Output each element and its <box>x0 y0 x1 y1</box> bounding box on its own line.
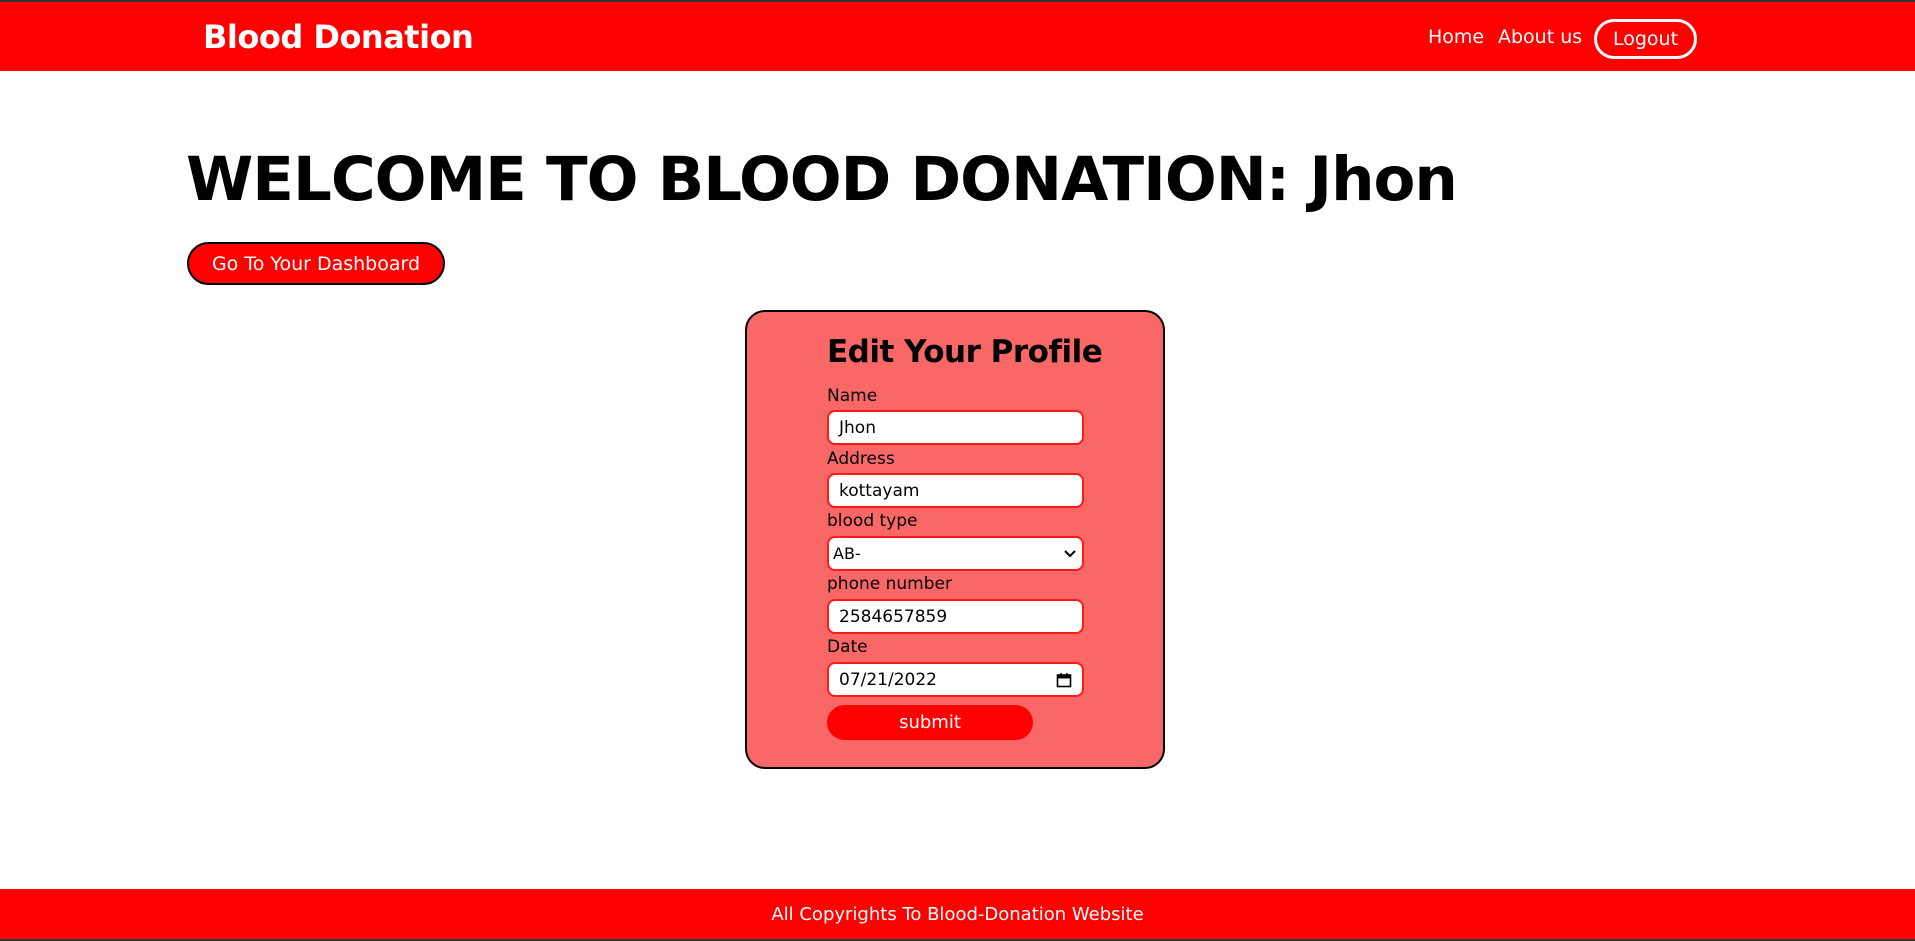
chevron-down-icon <box>1062 546 1078 562</box>
address-field[interactable]: kottayam <box>827 473 1084 508</box>
phone-field[interactable]: 2584657859 <box>827 599 1084 634</box>
welcome-heading: WELCOME TO BLOOD DONATION: Jhon <box>186 144 1458 215</box>
footer-copyright: All Copyrights To Blood-Donation Website <box>771 903 1144 925</box>
logout-button[interactable]: Logout <box>1594 19 1697 59</box>
name-field[interactable]: Jhon <box>827 410 1084 445</box>
footer: All Copyrights To Blood-Donation Website <box>0 889 1915 941</box>
name-label: Name <box>827 386 878 406</box>
phone-label: phone number <box>827 574 952 594</box>
blood-type-value: AB- <box>833 544 861 563</box>
date-value: 07/21/2022 <box>839 669 937 690</box>
nav-home-link[interactable]: Home <box>1428 26 1484 48</box>
submit-button[interactable]: submit <box>827 705 1033 740</box>
form-title: Edit Your Profile <box>827 334 1103 370</box>
dashboard-button[interactable]: Go To Your Dashboard <box>187 242 445 285</box>
blood-type-select[interactable]: AB- <box>827 536 1084 571</box>
brand-logo[interactable]: Blood Donation <box>203 18 474 56</box>
nav-about-link[interactable]: About us <box>1498 26 1582 48</box>
calendar-icon[interactable] <box>1056 672 1072 688</box>
date-label: Date <box>827 637 868 657</box>
date-field[interactable]: 07/21/2022 <box>827 662 1084 697</box>
address-label: Address <box>827 449 895 469</box>
page: Blood Donation Home About us Logout WELC… <box>0 0 1915 941</box>
top-navbar: Blood Donation Home About us Logout <box>0 0 1915 71</box>
edit-profile-form: Edit Your Profile Name Jhon Address kott… <box>745 310 1165 769</box>
blood-type-label: blood type <box>827 511 918 531</box>
